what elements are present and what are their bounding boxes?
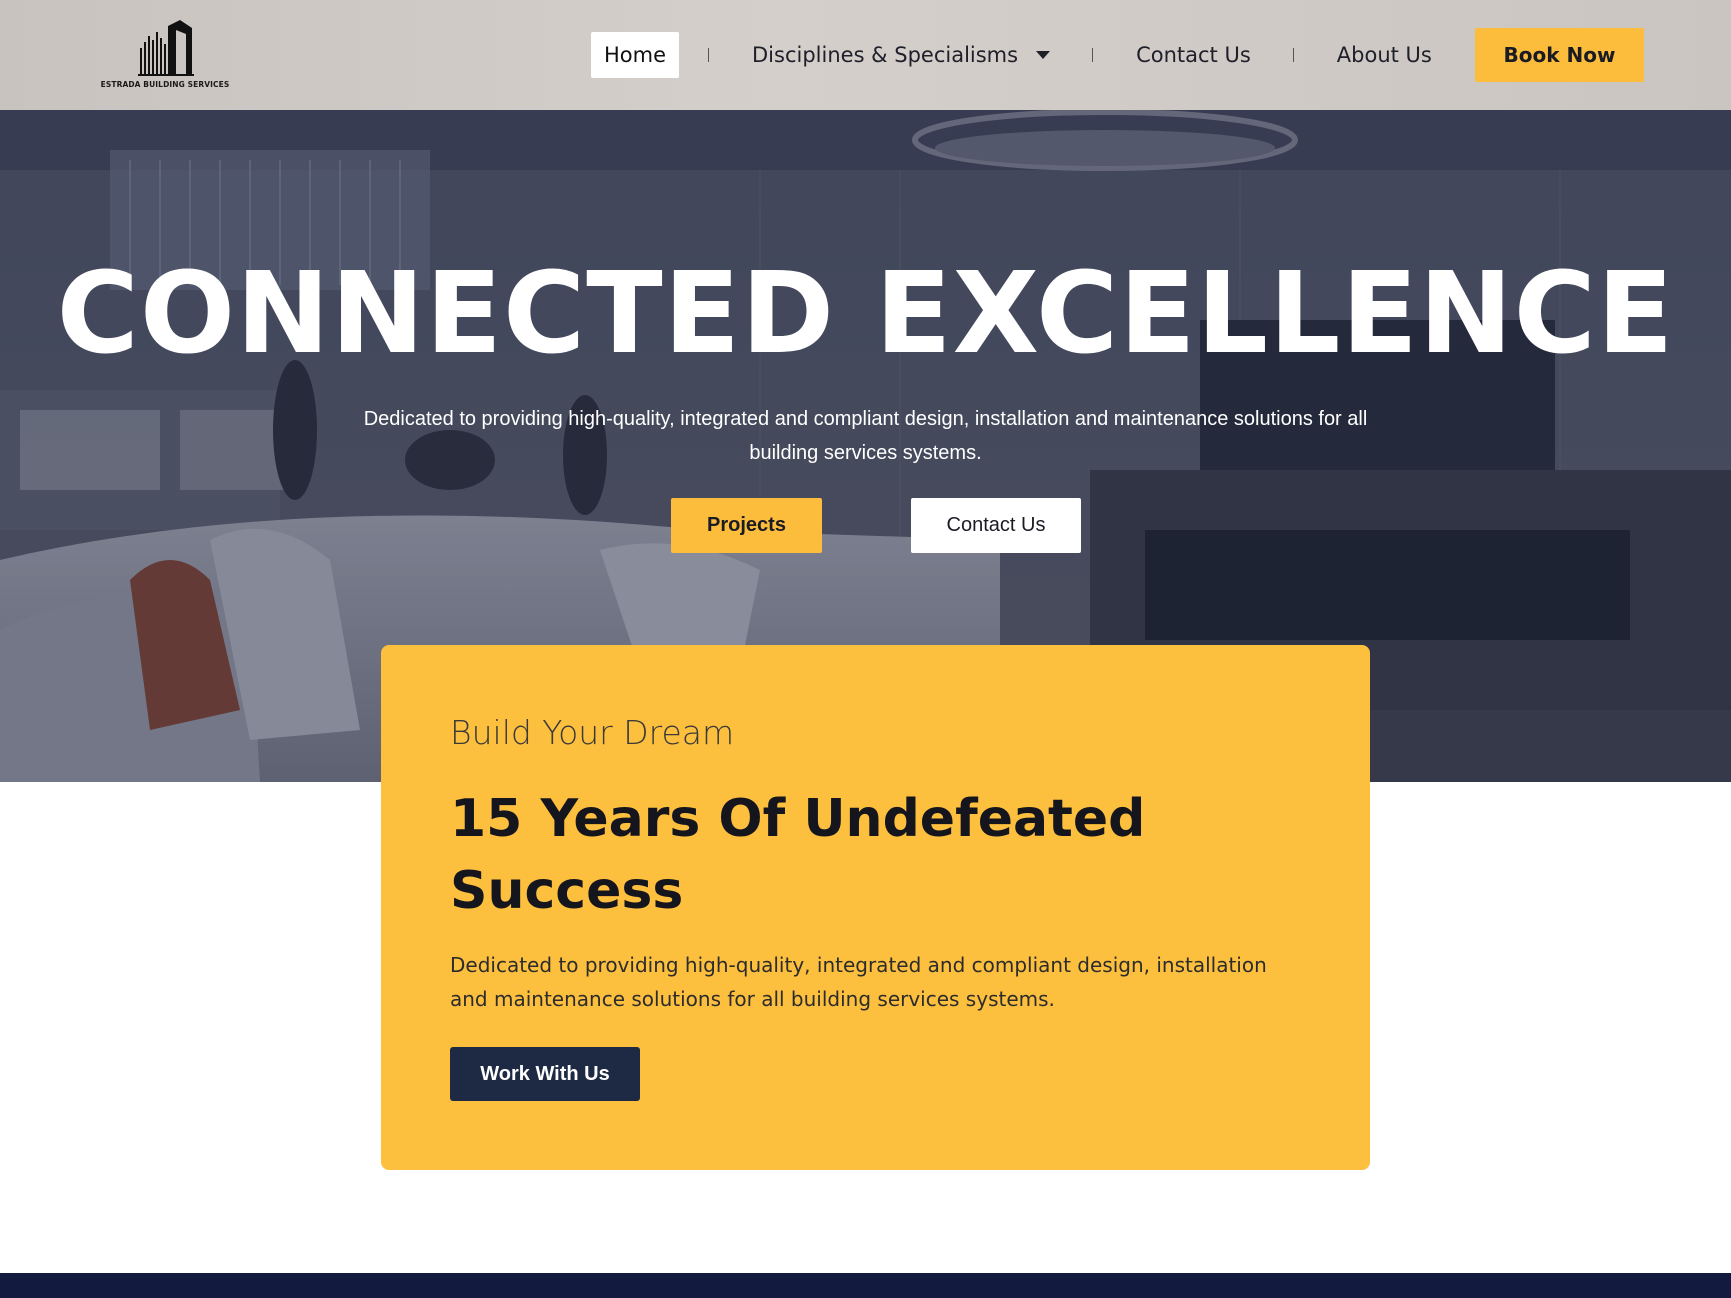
projects-button[interactable]: Projects	[671, 498, 822, 553]
card-kicker: Build Your Dream	[450, 713, 735, 752]
logo[interactable]: ESTRADA BUILDING SERVICES	[100, 18, 230, 94]
nav-disciplines-label: Disciplines & Specialisms	[752, 43, 1019, 67]
building-logo-icon	[138, 20, 194, 76]
book-now-button[interactable]: Book Now	[1475, 28, 1644, 82]
site-header: ESTRADA BUILDING SERVICES Home Disciplin…	[0, 0, 1731, 110]
chevron-down-icon	[1036, 51, 1051, 59]
nav-divider	[708, 48, 710, 62]
hero-title: CONNECTED EXCELLENCE	[56, 249, 1675, 379]
footer-strip	[0, 1273, 1731, 1298]
nav-about[interactable]: About Us	[1337, 32, 1432, 78]
card-title: 15 Years Of Undefeated Success	[450, 789, 1146, 921]
hero-subtitle: Dedicated to providing high-quality, int…	[363, 408, 1368, 464]
card-description: Dedicated to providing high-quality, int…	[450, 953, 1267, 1011]
nav-home[interactable]: Home	[591, 32, 680, 78]
nav-divider	[1092, 48, 1094, 62]
about-card: Build Your Dream 15 Years Of Undefeated …	[381, 645, 1370, 1170]
work-with-us-button[interactable]: Work With Us	[450, 1047, 640, 1101]
contact-us-button[interactable]: Contact Us	[911, 498, 1081, 553]
nav-disciplines[interactable]: Disciplines & Specialisms	[752, 32, 1051, 78]
brand-name: ESTRADA BUILDING SERVICES	[100, 80, 230, 89]
page: ESTRADA BUILDING SERVICES Home Disciplin…	[0, 0, 1731, 1298]
nav-divider	[1292, 48, 1294, 62]
main-nav: Home Disciplines & Specialisms Contact U…	[591, 32, 1432, 78]
nav-contact[interactable]: Contact Us	[1136, 32, 1251, 78]
